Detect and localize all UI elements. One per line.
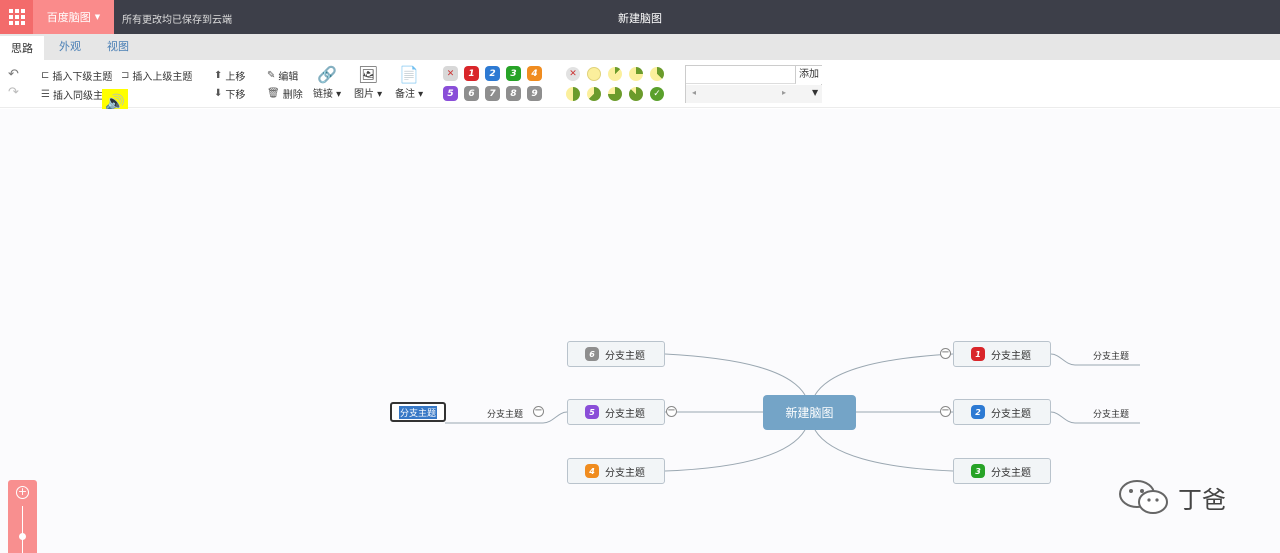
branch-topic-4[interactable]: 4 分支主题 — [567, 458, 665, 484]
branch-topic-6[interactable]: 6 分支主题 — [567, 341, 665, 367]
selected-text: 分支主题 — [398, 405, 437, 419]
root-topic[interactable]: 新建脑图 — [763, 395, 856, 430]
branch-topic-label: 分支主题 — [605, 467, 645, 479]
collapse-toggle-icon[interactable]: − — [533, 406, 544, 417]
branch-topic-label: 分支主题 — [605, 408, 645, 420]
priority-6-badge: 6 — [585, 347, 599, 361]
editing-topic-input[interactable]: 分支主题 — [390, 402, 446, 422]
branch-topic-3[interactable]: 3 分支主题 — [953, 458, 1051, 484]
branch-topic-1[interactable]: 1 分支主题 — [953, 341, 1051, 367]
branch-topic-2[interactable]: 2 分支主题 — [953, 399, 1051, 425]
collapse-toggle-icon[interactable]: − — [940, 348, 951, 359]
branch-topic-label: 分支主题 — [991, 467, 1031, 479]
branch-topic-label: 分支主题 — [991, 350, 1031, 362]
collapse-toggle-icon[interactable]: − — [940, 406, 951, 417]
branch-topic-label: 分支主题 — [991, 408, 1031, 420]
branch-topic-label: 分支主题 — [605, 350, 645, 362]
zoom-handle[interactable] — [19, 533, 26, 540]
priority-5-badge: 5 — [585, 405, 599, 419]
leaf-topic[interactable]: 分支主题 — [1093, 349, 1129, 362]
priority-1-badge: 1 — [971, 347, 985, 361]
priority-3-badge: 3 — [971, 464, 985, 478]
watermark-text: 丁爸 — [1178, 485, 1226, 514]
branch-topic-5[interactable]: 5 分支主题 — [567, 399, 665, 425]
priority-4-badge: 4 — [585, 464, 599, 478]
wechat-icon — [1119, 480, 1168, 514]
leaf-topic[interactable]: 分支主题 — [487, 407, 523, 420]
leaf-topic[interactable]: 分支主题 — [1093, 407, 1129, 420]
zoom-control: + — [8, 480, 37, 553]
collapse-toggle-icon[interactable]: − — [666, 406, 677, 417]
watermark: 丁爸 — [1118, 478, 1226, 516]
zoom-in-icon[interactable]: + — [16, 486, 29, 499]
zoom-track[interactable] — [22, 506, 23, 553]
priority-2-badge: 2 — [971, 405, 985, 419]
